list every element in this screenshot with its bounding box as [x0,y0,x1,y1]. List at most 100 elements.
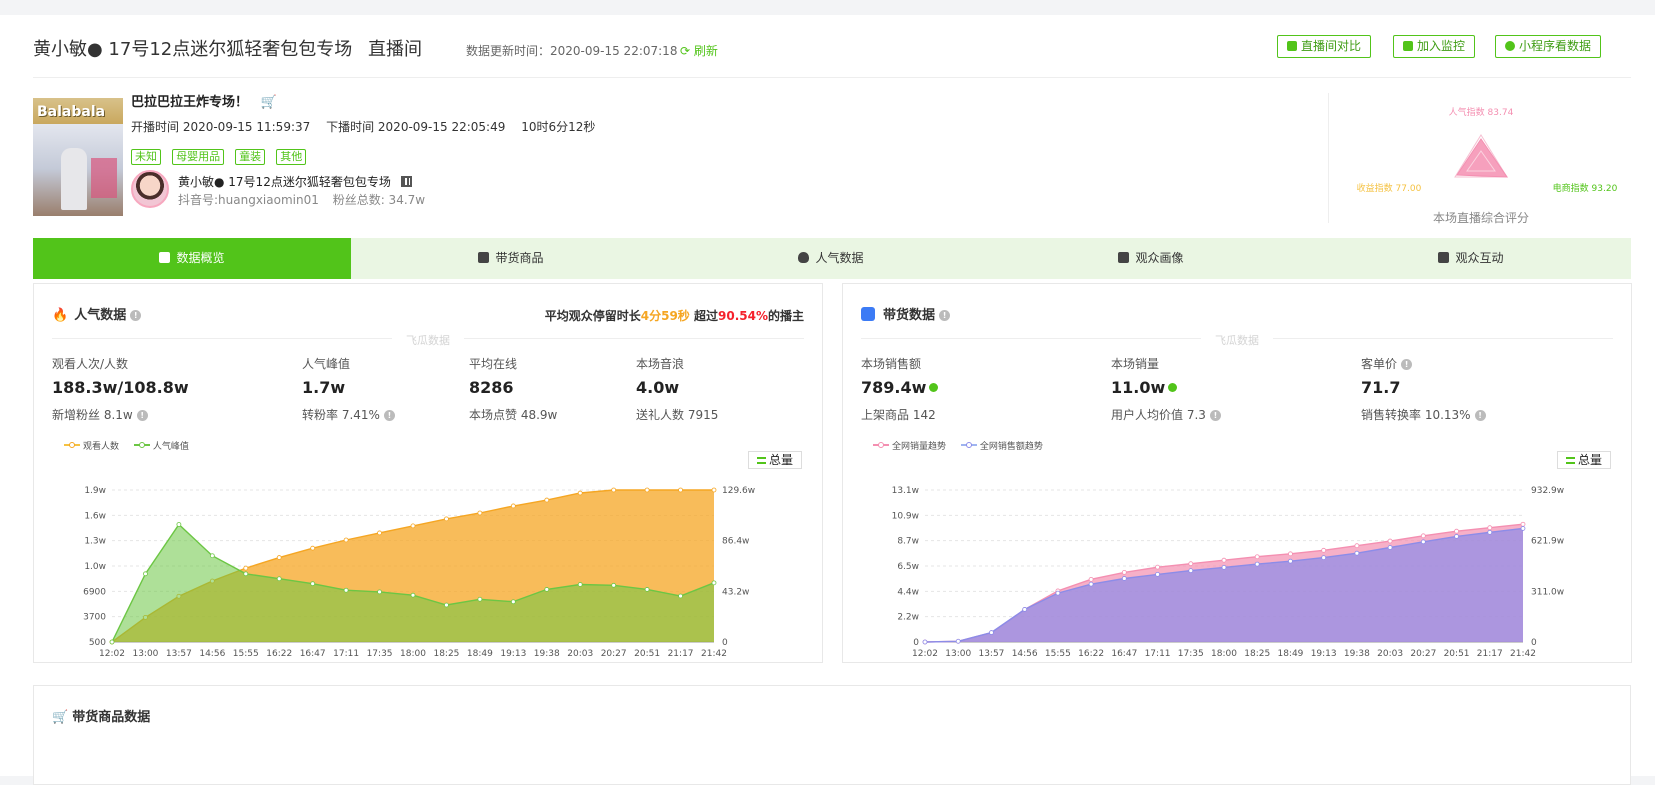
live-room-detail-page: 黄小敏● 17号12点迷尔狐轻奢包包专场 直播间 数据更新时间：2020-09-… [0,15,1655,785]
data-point [310,545,316,551]
data-point [644,587,650,592]
data-point [678,593,683,599]
legend-label: 观看人数 [83,442,120,452]
tab-overview[interactable]: 数据概览 [33,238,351,279]
x-tick-label: 18:49 [1277,649,1303,659]
miniprogram-icon [1505,41,1515,51]
data-point [377,530,382,536]
y-left-tick-label: 500 [89,638,106,648]
x-tick-label: 20:27 [1410,649,1436,659]
y-right-tick-label: 0 [722,638,728,648]
x-tick-label: 18:00 [400,649,426,659]
data-point [1354,550,1360,556]
metric-value: 789.4w [861,378,939,397]
y-right-tick-label: 621.9w [1531,537,1564,547]
watermark-label: 飞瓜数据 [392,334,464,347]
y-left-tick-label: 4.4w [897,587,919,597]
x-tick-label: 14:56 [199,649,225,659]
tab-interaction[interactable]: 观众互动 [1311,238,1631,279]
legend-item-volume[interactable]: 全网销量趋势 [873,442,946,452]
tag-item[interactable]: 其他 [276,149,307,165]
x-tick-label: 15:55 [233,649,259,659]
data-point [1420,539,1426,545]
refresh-button[interactable]: ⟳ 刷新 [680,42,718,59]
qrcode-icon[interactable] [400,176,412,187]
metric-label: 客单价! [1361,355,1413,372]
data-point [1420,533,1426,539]
radar-divider [1328,93,1329,223]
help-icon[interactable]: ! [939,310,951,321]
metric-sub: 用户人均价值 7.3! [1111,406,1221,423]
total-label: 总量 [1577,453,1602,467]
metric-label: 平均在线 [469,357,518,371]
y-left-tick-label: 13.1w [892,486,919,496]
tab-goods[interactable]: 带货商品 [351,238,671,279]
popularity-card: 🔥 人气数据! 平均观众停留时长4分59秒 超过90.54%的播主 飞瓜数据 观看… [33,283,823,663]
room-compare-label: 直播间对比 [1301,39,1362,53]
anchor-avatar[interactable] [131,170,169,208]
help-icon[interactable]: ! [1401,359,1413,370]
legend-label: 全网销售额趋势 [979,442,1043,452]
stay-label: 平均观众停留时长 [544,309,641,323]
tab-popularity-label: 人气数据 [815,251,864,265]
metric-sub-text: 用户人均价值 7.3 [1111,408,1206,422]
tag-item[interactable]: 未知 [131,149,161,165]
data-point [1121,576,1127,581]
metric-sub-text: 销售转换率 10.13% [1361,408,1471,422]
x-tick-label: 17:11 [333,649,359,659]
metric-value: 4.0w [636,378,680,397]
data-point [644,487,650,493]
x-tick-label: 13:00 [132,649,158,659]
help-icon[interactable]: ! [130,310,142,321]
anchor-name[interactable]: 黄小敏● 17号12点迷尔狐轻奢包包专场 [178,173,412,190]
x-tick-label: 16:47 [1111,649,1137,659]
legend-item-peak[interactable]: 人气峰值 [133,442,189,452]
bar-chart-icon [159,252,171,263]
radar-label-ecommerce: 电商指数 93.20 [1553,182,1618,194]
x-tick-label: 18:25 [433,649,459,659]
data-point [444,602,449,608]
help-icon[interactable]: ! [1209,410,1221,421]
tab-goods-label: 带货商品 [495,251,544,265]
help-icon[interactable]: ! [136,410,148,421]
total-label: 总量 [768,453,793,467]
x-tick-label: 19:13 [1311,649,1337,659]
data-point [955,638,961,644]
x-tick-label: 13:00 [945,649,971,659]
y-left-tick-label: 6.5w [897,562,919,572]
help-icon[interactable]: ! [383,410,395,421]
data-point [1055,590,1061,596]
metric-label: 观看人次/人数 [52,357,129,371]
data-point [711,487,717,493]
metric-value: 1.7w [302,378,346,397]
goods-section-title: 🛒 带货商品数据 [52,706,150,725]
toggle-icon [756,457,766,464]
live-thumbnail[interactable]: Balabala [33,98,123,216]
data-point [1155,564,1160,570]
total-toggle-button[interactable]: 总量 [748,451,802,469]
tab-popularity[interactable]: 人气数据 [671,238,991,279]
add-monitor-button[interactable]: 加入监控 [1393,35,1476,58]
page-title: 黄小敏● 17号12点迷尔狐轻奢包包专场 直播间 [33,35,422,61]
legend-item-viewers[interactable]: 观看人数 [64,442,119,452]
tag-item[interactable]: 母婴用品 [172,149,225,165]
legend-item-amount[interactable]: 全网销售额趋势 [960,442,1043,452]
data-point [678,487,683,493]
data-point [276,576,282,582]
x-tick-label: 12:02 [912,649,938,659]
goods-title-text: 带货商品数据 [72,710,151,725]
chart-legend: 全网销量趋势 全网销售额趋势 [873,439,1043,452]
room-compare-button[interactable]: 直播间对比 [1277,35,1372,58]
data-point [1155,571,1160,577]
total-toggle-button[interactable]: 总量 [1557,451,1611,469]
help-icon[interactable]: ! [1474,410,1486,421]
popularity-title: 🔥 人气数据! [52,304,142,323]
data-point [1387,545,1393,550]
data-point [176,522,182,527]
tab-audience[interactable]: 观众画像 [991,238,1311,279]
tag-item[interactable]: 童装 [235,149,266,165]
fire-icon [798,252,810,263]
metric-value: 71.7 [1361,378,1401,397]
miniprogram-button[interactable]: 小程序看数据 [1495,35,1602,58]
x-tick-label: 18:25 [1244,649,1270,659]
